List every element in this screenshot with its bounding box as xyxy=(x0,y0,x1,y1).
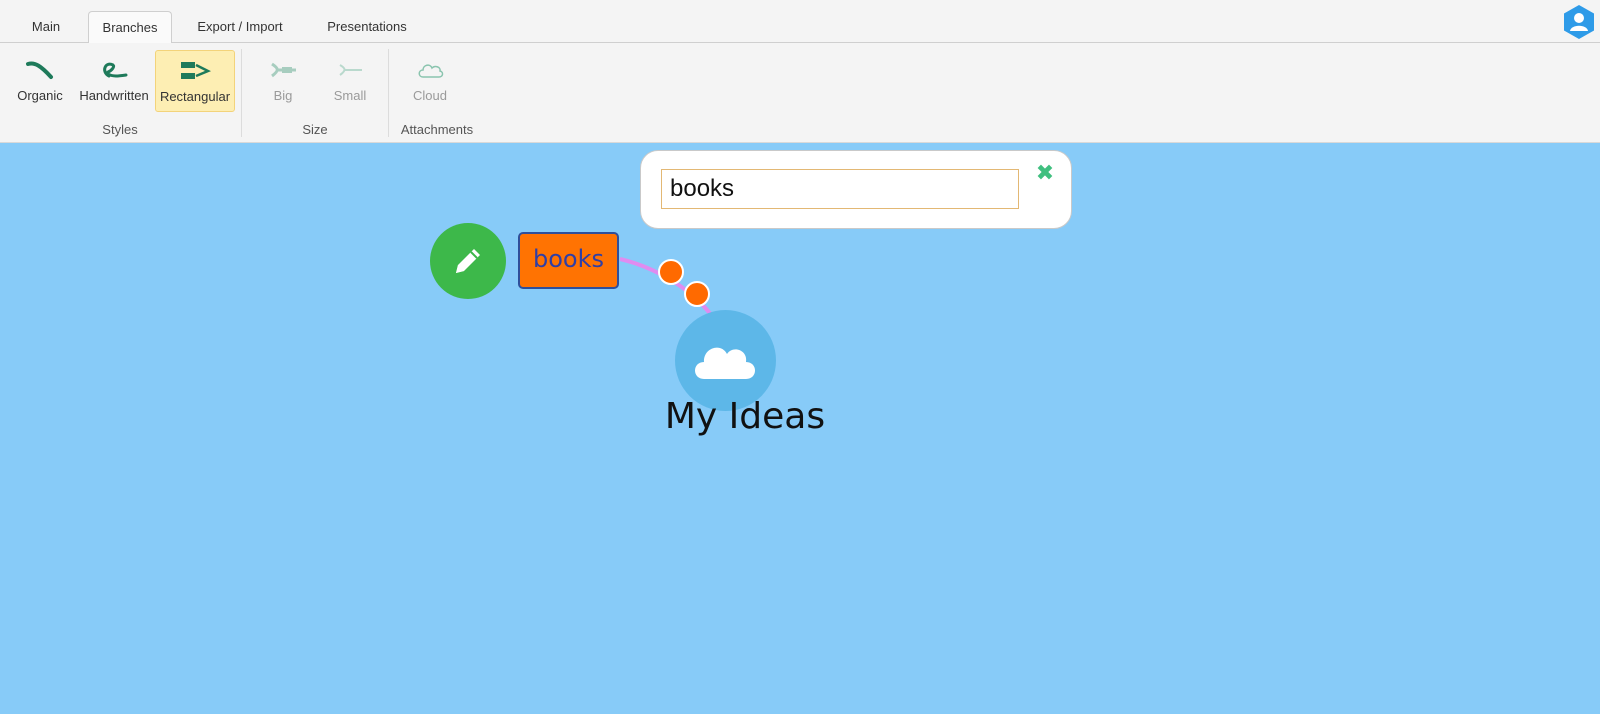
cloud-icon xyxy=(695,347,755,379)
tab-branches[interactable]: Branches xyxy=(88,11,172,44)
big-size-button[interactable]: Big xyxy=(258,50,308,112)
tab-bar: Main Branches Export / Import Presentati… xyxy=(0,0,1600,44)
ribbon-toolbar: Organic Handwritten Rectangular Big Smal… xyxy=(0,43,1600,143)
cloud-outline-icon xyxy=(404,58,456,82)
small-size-button[interactable]: Small xyxy=(324,50,376,112)
group-divider xyxy=(241,49,242,137)
cloud-label: Cloud xyxy=(413,88,447,103)
node-edit-popup: ✖ xyxy=(640,150,1072,229)
rectangular-label: Rectangular xyxy=(159,89,231,104)
organic-style-button[interactable]: Organic xyxy=(10,50,70,112)
node-text-input[interactable] xyxy=(661,169,1019,209)
rectangular-branch-icon xyxy=(156,59,234,83)
styles-group-label: Styles xyxy=(102,122,138,137)
small-label: Small xyxy=(333,88,367,103)
small-branch-icon xyxy=(324,58,376,82)
connector-drag-handle[interactable] xyxy=(684,281,710,307)
cloud-attachment-button[interactable]: Cloud xyxy=(404,50,456,112)
group-divider xyxy=(388,49,389,137)
tab-main[interactable]: Main xyxy=(18,11,74,43)
attachments-group-label: Attachments xyxy=(400,122,474,137)
rectangular-style-button[interactable]: Rectangular xyxy=(155,50,235,112)
big-branch-icon xyxy=(258,58,308,82)
organic-branch-icon xyxy=(10,58,70,82)
tab-export-import[interactable]: Export / Import xyxy=(180,11,300,43)
close-icon[interactable]: ✖ xyxy=(1035,162,1055,184)
connector-drag-handle[interactable] xyxy=(658,259,684,285)
handwritten-label: Handwritten xyxy=(79,88,149,103)
child-node-books[interactable]: books xyxy=(518,232,619,289)
handwritten-branch-icon xyxy=(74,58,154,82)
handwritten-style-button[interactable]: Handwritten xyxy=(74,50,154,112)
pencil-icon xyxy=(456,249,480,273)
organic-label: Organic xyxy=(17,88,63,103)
root-node-label[interactable]: My Ideas xyxy=(630,396,860,437)
size-group-label: Size xyxy=(302,122,328,137)
edit-node-button[interactable] xyxy=(430,223,506,299)
big-label: Big xyxy=(273,88,293,103)
user-avatar-icon[interactable] xyxy=(1562,4,1596,40)
tab-presentations[interactable]: Presentations xyxy=(310,11,424,43)
